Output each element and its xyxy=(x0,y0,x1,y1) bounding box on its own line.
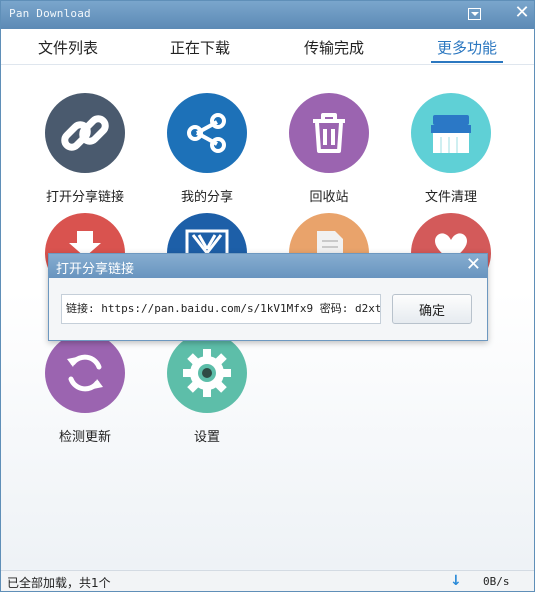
refresh-icon xyxy=(45,333,125,413)
share-link-input[interactable]: 链接: https://pan.baidu.com/s/1kV1Mfx9 密码:… xyxy=(61,294,381,324)
share-link-value: 链接: https://pan.baidu.com/s/1kV1Mfx9 密码:… xyxy=(66,302,381,315)
feature-label: 检测更新 xyxy=(58,430,111,445)
download-arrow-icon: ↓ xyxy=(450,573,462,589)
broom-icon xyxy=(411,93,491,173)
menu-icon[interactable] xyxy=(467,6,483,22)
feature-recycle-bin[interactable]: 回收站 xyxy=(279,93,379,205)
trash-icon xyxy=(289,93,369,173)
dialog-title: 打开分享链接 xyxy=(56,262,135,277)
feature-my-share[interactable]: 我的分享 xyxy=(157,93,257,205)
dialog-close-icon[interactable]: ✕ xyxy=(466,255,481,275)
feature-label: 我的分享 xyxy=(180,190,233,205)
feature-settings[interactable]: 设置 xyxy=(157,333,257,445)
app-window: Pan Download ✕ 文件列表 正在下载 传输完成 更多功能 打开分享链… xyxy=(0,0,535,592)
confirm-button[interactable]: 确定 xyxy=(392,294,472,324)
feature-label: 回收站 xyxy=(309,190,349,205)
share-icon xyxy=(167,93,247,173)
link-icon xyxy=(45,93,125,173)
gear-icon xyxy=(167,333,247,413)
status-text: 已全部加载，共1个 xyxy=(7,576,111,590)
dialog-title-bar: 打开分享链接 ✕ xyxy=(49,254,487,278)
tab-completed[interactable]: 传输完成 xyxy=(303,37,365,63)
tab-bar: 文件列表 正在下载 传输完成 更多功能 xyxy=(1,29,534,65)
title-bar: Pan Download ✕ xyxy=(1,1,534,29)
feature-open-share-link[interactable]: 打开分享链接 xyxy=(35,93,135,205)
feature-label: 设置 xyxy=(193,430,220,445)
feature-check-update[interactable]: 检测更新 xyxy=(35,333,135,445)
feature-file-cleanup[interactable]: 文件清理 xyxy=(401,93,501,205)
feature-label: 打开分享链接 xyxy=(45,190,124,205)
window-title: Pan Download xyxy=(9,7,91,20)
feature-label: 文件清理 xyxy=(424,190,477,205)
tab-downloading[interactable]: 正在下载 xyxy=(169,37,231,63)
tab-more-features[interactable]: 更多功能 xyxy=(431,37,503,63)
download-speed: 0B/s xyxy=(483,575,510,588)
status-bar: 已全部加载，共1个 ↓ 0B/s xyxy=(1,570,534,591)
open-share-link-dialog: 打开分享链接 ✕ 链接: https://pan.baidu.com/s/1kV… xyxy=(48,253,488,341)
close-icon[interactable]: ✕ xyxy=(514,4,530,22)
tab-file-list[interactable]: 文件列表 xyxy=(37,37,99,63)
